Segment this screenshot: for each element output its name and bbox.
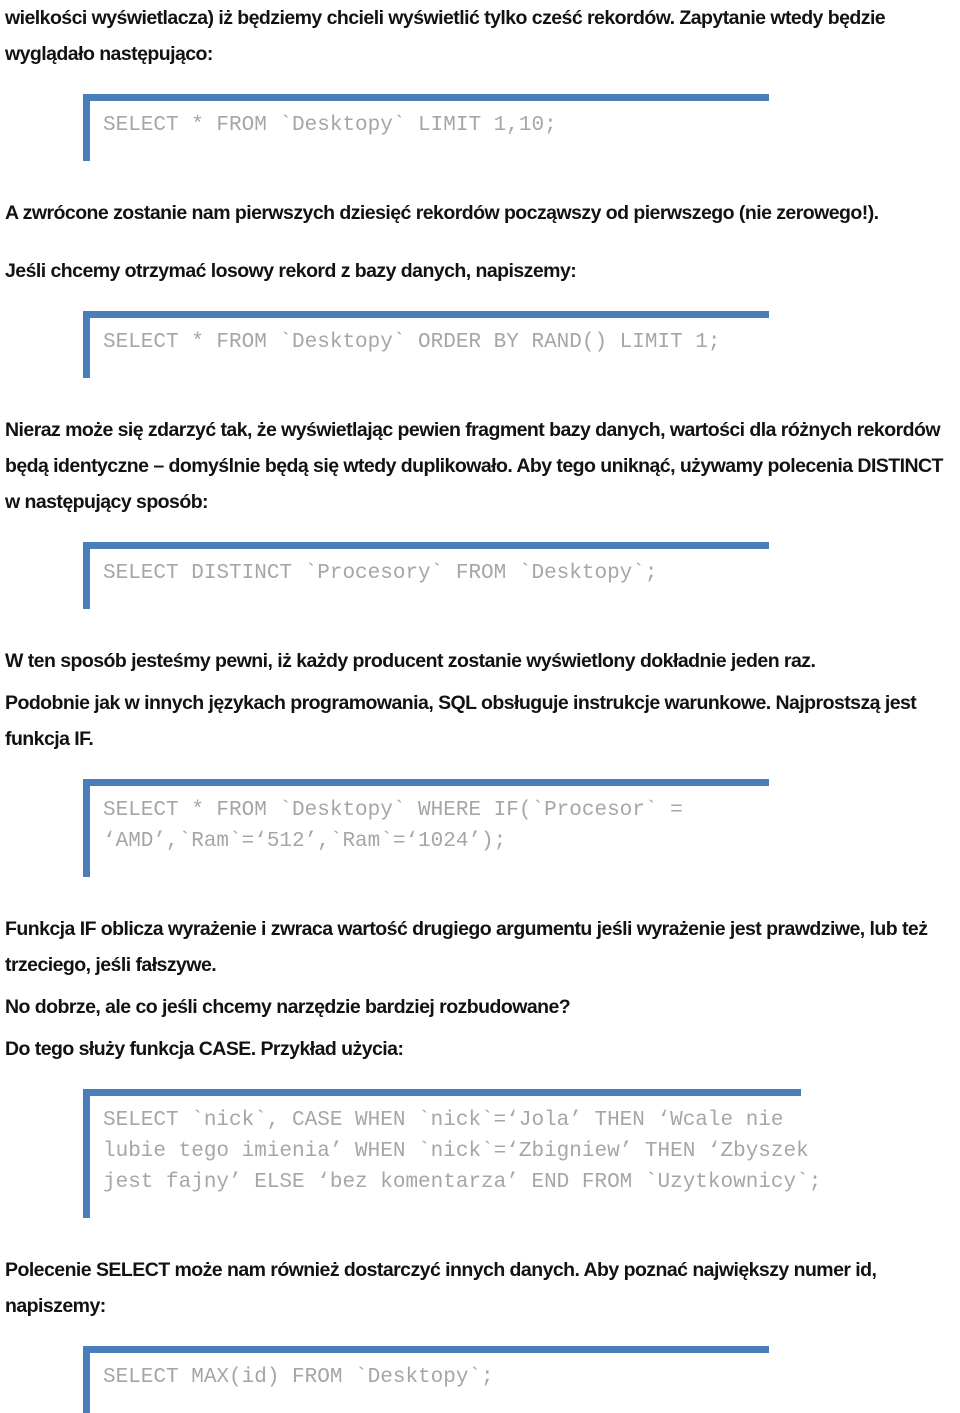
code-top-rule bbox=[83, 779, 769, 786]
paragraph-case-intro: Do tego służy funkcja CASE. Przykład uży… bbox=[5, 1038, 404, 1060]
code-text: SELECT MAX(id) FROM `Desktopy`; bbox=[103, 1366, 494, 1389]
code-text: SELECT `nick`, CASE WHEN `nick`=‘Jola’ T… bbox=[103, 1109, 822, 1194]
code-select-limit: SELECT * FROM `Desktopy` LIMIT 1,10; bbox=[83, 94, 955, 161]
code-select-if: SELECT * FROM `Desktopy` WHERE IF(`Proce… bbox=[83, 779, 955, 877]
vertical-spacer bbox=[5, 1218, 955, 1252]
vertical-spacer bbox=[5, 1324, 955, 1346]
paragraph-distinct-result: W ten sposób jesteśmy pewni, iż każdy pr… bbox=[5, 650, 816, 672]
code-select-case: SELECT `nick`, CASE WHEN `nick`=‘Jola’ T… bbox=[83, 1089, 955, 1218]
code-left-rule bbox=[83, 94, 90, 161]
paragraph-conditionals-intro: Podobnie jak w innych językach programow… bbox=[5, 692, 922, 750]
paragraph-more-advanced-question: No dobrze, ale co jeśli chcemy narzędzie… bbox=[5, 996, 571, 1018]
vertical-spacer bbox=[5, 757, 955, 779]
vertical-spacer bbox=[5, 1067, 955, 1089]
code-top-rule bbox=[83, 94, 769, 101]
vertical-spacer bbox=[5, 161, 955, 195]
code-top-rule bbox=[83, 1346, 769, 1353]
paragraph-max-id-intro: Polecenie SELECT może nam również dostar… bbox=[5, 1259, 882, 1317]
code-select-max: SELECT MAX(id) FROM `Desktopy`; bbox=[83, 1346, 955, 1413]
code-left-rule bbox=[83, 779, 90, 877]
document-page: wielkości wyświetlacza) iż będziemy chci… bbox=[0, 0, 960, 1413]
paragraph-intro-limit: wielkości wyświetlacza) iż będziemy chci… bbox=[5, 7, 890, 65]
code-top-rule bbox=[83, 1089, 801, 1096]
code-select-rand: SELECT * FROM `Desktopy` ORDER BY RAND()… bbox=[83, 311, 955, 378]
paragraph-returned-records: A zwrócone zostanie nam pierwszych dzies… bbox=[5, 202, 879, 224]
code-top-rule bbox=[83, 542, 769, 549]
vertical-spacer bbox=[5, 609, 955, 643]
vertical-spacer bbox=[5, 520, 955, 542]
document-body: wielkości wyświetlacza) iż będziemy chci… bbox=[5, 0, 955, 1413]
vertical-spacer bbox=[5, 231, 955, 253]
vertical-spacer bbox=[5, 877, 955, 911]
code-left-rule bbox=[83, 1346, 90, 1413]
code-top-rule bbox=[83, 311, 769, 318]
paragraph-random-record: Jeśli chcemy otrzymać losowy rekord z ba… bbox=[5, 260, 577, 282]
code-text: SELECT DISTINCT `Procesory` FROM `Deskto… bbox=[103, 562, 658, 585]
code-select-distinct: SELECT DISTINCT `Procesory` FROM `Deskto… bbox=[83, 542, 955, 609]
code-left-rule bbox=[83, 311, 90, 378]
paragraph-distinct-explanation: Nieraz może się zdarzyć tak, że wyświetl… bbox=[5, 419, 948, 513]
vertical-spacer bbox=[5, 72, 955, 94]
code-left-rule bbox=[83, 542, 90, 609]
paragraph-if-explanation: Funkcja IF oblicza wyrażenie i zwraca wa… bbox=[5, 918, 933, 976]
code-left-rule bbox=[83, 1089, 90, 1218]
code-text: SELECT * FROM `Desktopy` ORDER BY RAND()… bbox=[103, 331, 721, 354]
vertical-spacer bbox=[5, 378, 955, 412]
code-text: SELECT * FROM `Desktopy` LIMIT 1,10; bbox=[103, 114, 557, 137]
vertical-spacer bbox=[5, 289, 955, 311]
code-text: SELECT * FROM `Desktopy` WHERE IF(`Proce… bbox=[103, 799, 683, 853]
